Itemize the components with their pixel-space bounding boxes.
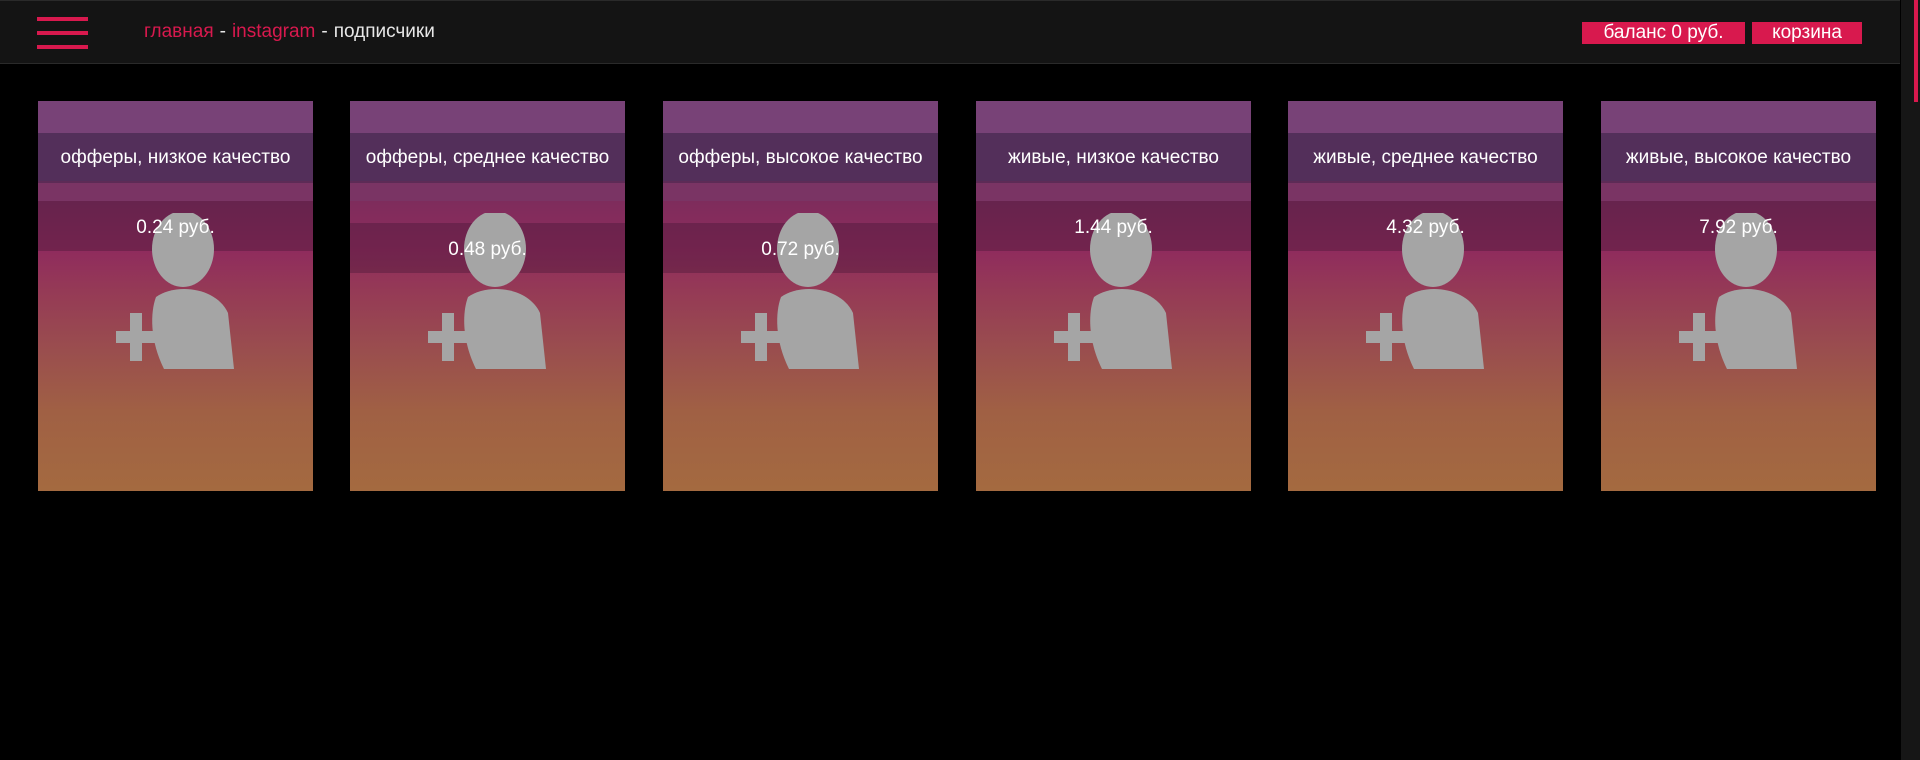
product-card-price: 1.44 руб. xyxy=(1074,217,1153,238)
balance-button[interactable]: баланс 0 руб. xyxy=(1582,22,1745,44)
product-card-title: живые, среднее качество xyxy=(1313,147,1538,168)
breadcrumb-separator: - xyxy=(219,21,226,42)
breadcrumb-current: подписчики xyxy=(333,21,435,42)
add-user-icon xyxy=(428,213,546,369)
product-card-title: живые, высокое качество xyxy=(1625,147,1852,168)
product-card[interactable]: живые, среднее качество 4.32 руб. xyxy=(1288,101,1563,491)
menu-icon[interactable] xyxy=(37,17,88,49)
breadcrumb-home-link[interactable]: главная xyxy=(144,21,214,42)
product-card-price: 4.32 руб. xyxy=(1386,217,1465,238)
product-card-price: 0.24 руб. xyxy=(136,217,215,238)
product-card-title: офферы, низкое качество xyxy=(60,147,291,168)
product-card[interactable]: живые, высокое качество 7.92 руб. xyxy=(1601,101,1876,491)
breadcrumb: главная - instagram - подписчики xyxy=(144,21,435,43)
product-card[interactable]: офферы, низкое качество 0.24 руб. xyxy=(38,101,313,491)
product-card[interactable]: офферы, среднее качество 0.48 руб. xyxy=(350,101,625,491)
breadcrumb-separator: - xyxy=(321,21,328,42)
product-card-price: 0.72 руб. xyxy=(761,239,840,260)
product-card[interactable]: живые, низкое качество 1.44 руб. xyxy=(976,101,1251,491)
product-card[interactable]: офферы, высокое качество 0.72 руб. xyxy=(663,101,938,491)
product-card-title: живые, низкое качество xyxy=(1008,147,1219,168)
product-card-price: 0.48 руб. xyxy=(448,239,527,260)
add-user-icon xyxy=(741,213,859,369)
product-card-title: офферы, высокое качество xyxy=(678,147,923,168)
product-card-price: 7.92 руб. xyxy=(1699,217,1778,238)
top-bar: главная - instagram - подписчики баланс 0 ру… xyxy=(0,0,1900,64)
product-card-title: офферы, среднее качество xyxy=(365,147,610,168)
scrollbar-thumb[interactable] xyxy=(1914,0,1918,102)
scrollbar[interactable] xyxy=(1901,0,1920,760)
cart-button[interactable]: корзина xyxy=(1752,22,1862,44)
breadcrumb-instagram-link[interactable]: instagram xyxy=(232,21,315,42)
